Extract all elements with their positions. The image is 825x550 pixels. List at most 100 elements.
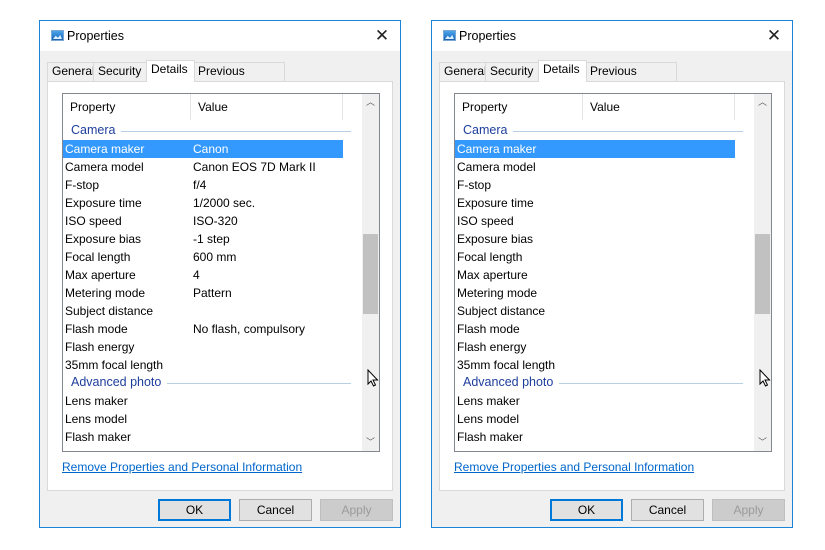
property-row[interactable]: Metering mode — [455, 284, 737, 302]
remove-properties-link[interactable]: Remove Properties and Personal Informati… — [62, 460, 302, 474]
property-row[interactable]: Focal length — [455, 248, 737, 266]
property-name: F-stop — [65, 178, 100, 192]
mouse-pointer-icon — [367, 368, 379, 387]
property-row[interactable]: ISO speed — [455, 212, 737, 230]
property-row[interactable]: Flash mode — [455, 320, 737, 338]
title-bar: Properties ✕ — [40, 21, 400, 51]
column-header: Property Value — [455, 94, 737, 120]
property-row[interactable]: Flash maker — [63, 428, 345, 446]
tab-previous-versions[interactable]: Previous Versions — [585, 62, 677, 95]
property-row[interactable]: F-stop f/4 — [63, 176, 345, 194]
property-name: Flash mode — [457, 322, 520, 336]
tab-security[interactable]: Security — [93, 62, 148, 81]
cancel-button[interactable]: Cancel — [631, 499, 704, 521]
tab-previous-versions[interactable]: Previous Versions — [193, 62, 285, 95]
property-row[interactable]: Exposure bias -1 step — [63, 230, 345, 248]
tab-general[interactable]: General — [47, 62, 95, 81]
column-header-property[interactable]: Property — [455, 94, 583, 120]
property-value: 600 mm — [193, 250, 237, 264]
property-row[interactable]: Metering mode Pattern — [63, 284, 345, 302]
column-header-property[interactable]: Property — [63, 94, 191, 120]
property-row[interactable]: Lens maker — [63, 392, 345, 410]
property-row[interactable]: F-stop — [455, 176, 737, 194]
vertical-scrollbar[interactable]: ︿ ﹀ — [362, 94, 379, 451]
mouse-pointer-icon — [759, 368, 771, 387]
property-name: Subject distance — [457, 304, 546, 318]
dialog-title: Properties — [459, 29, 516, 43]
property-row[interactable]: Lens model — [455, 410, 737, 428]
property-row[interactable]: Camera maker Canon — [63, 140, 343, 158]
property-name: Camera model — [457, 160, 536, 174]
property-row[interactable]: Camera maker — [455, 140, 735, 158]
property-name: Flash maker — [65, 430, 132, 444]
property-name: Lens maker — [65, 394, 128, 408]
property-name: Metering mode — [457, 286, 538, 300]
chevron-down-icon[interactable]: ﹀ — [754, 434, 771, 451]
property-row[interactable]: Max aperture 4 — [63, 266, 345, 284]
property-name: Flash maker — [457, 430, 524, 444]
ok-button[interactable]: OK — [550, 499, 623, 521]
column-header-value[interactable]: Value — [583, 94, 735, 120]
image-file-icon — [51, 30, 64, 41]
dialog-title: Properties — [67, 29, 124, 43]
group-header-advanced-photo: Advanced photo — [455, 374, 743, 392]
vertical-scrollbar[interactable]: ︿ ﹀ — [754, 94, 771, 451]
property-name: Focal length — [457, 250, 523, 264]
cancel-button[interactable]: Cancel — [239, 499, 312, 521]
property-name: Flash energy — [65, 340, 135, 354]
property-row[interactable]: Flash energy — [63, 338, 345, 356]
property-row[interactable]: Focal length 600 mm — [63, 248, 345, 266]
property-row[interactable]: 35mm focal length — [63, 356, 345, 374]
chevron-up-icon[interactable]: ︿ — [362, 94, 379, 111]
ok-button[interactable]: OK — [158, 499, 231, 521]
chevron-up-icon[interactable]: ︿ — [754, 94, 771, 111]
property-row[interactable]: 35mm focal length — [455, 356, 737, 374]
column-header: Property Value — [63, 94, 345, 120]
property-row[interactable]: Lens model — [63, 410, 345, 428]
property-value: Canon — [193, 142, 229, 156]
title-bar: Properties ✕ — [432, 21, 792, 51]
tab-security[interactable]: Security — [485, 62, 540, 81]
tab-general[interactable]: General — [439, 62, 487, 81]
property-row[interactable]: Exposure bias — [455, 230, 737, 248]
scrollbar-thumb[interactable] — [755, 233, 770, 315]
column-header-value[interactable]: Value — [191, 94, 343, 120]
property-row[interactable]: Flash maker — [455, 428, 737, 446]
property-name: ISO speed — [457, 214, 514, 228]
property-row[interactable]: Exposure time — [455, 194, 737, 212]
property-name: Metering mode — [65, 286, 146, 300]
tab-details[interactable]: Details — [146, 60, 195, 82]
property-value: -1 step — [193, 232, 230, 246]
property-name: Lens model — [457, 412, 520, 426]
property-row[interactable]: Exposure time 1/2000 sec. — [63, 194, 345, 212]
group-header-camera: Camera — [63, 122, 351, 140]
property-row[interactable]: Flash energy — [455, 338, 737, 356]
property-row[interactable]: Max aperture — [455, 266, 737, 284]
property-name: Max aperture — [65, 268, 136, 282]
property-name: Flash energy — [457, 340, 527, 354]
remove-properties-link[interactable]: Remove Properties and Personal Informati… — [454, 460, 694, 474]
property-name: Camera maker — [457, 142, 537, 156]
close-button[interactable]: ✕ — [370, 24, 394, 48]
property-row[interactable]: Lens maker — [455, 392, 737, 410]
property-list[interactable]: Property Value Camera Camera maker Camera mo… — [454, 93, 772, 452]
scrollbar-thumb[interactable] — [363, 233, 378, 315]
property-list[interactable]: Property Value Camera Camera maker Canon Came… — [62, 93, 380, 452]
property-name: F-stop — [457, 178, 492, 192]
property-row[interactable]: Subject distance — [455, 302, 737, 320]
chevron-down-icon[interactable]: ﹀ — [362, 434, 379, 451]
property-row[interactable]: Camera model Canon EOS 7D Mark II — [63, 158, 345, 176]
property-row[interactable]: Camera model — [455, 158, 737, 176]
image-file-icon — [443, 30, 456, 41]
tab-details[interactable]: Details — [538, 60, 587, 82]
apply-button: Apply — [712, 499, 785, 521]
property-name: Lens maker — [457, 394, 520, 408]
property-name: 35mm focal length — [65, 358, 164, 372]
property-row[interactable]: Flash mode No flash, compulsory — [63, 320, 345, 338]
property-row[interactable]: ISO speed ISO-320 — [63, 212, 345, 230]
group-header-camera: Camera — [455, 122, 743, 140]
property-row[interactable]: Subject distance — [63, 302, 345, 320]
property-value: f/4 — [193, 178, 207, 192]
properties-dialog-right: Properties ✕ General Security Details Previou… — [431, 20, 793, 528]
close-button[interactable]: ✕ — [762, 24, 786, 48]
